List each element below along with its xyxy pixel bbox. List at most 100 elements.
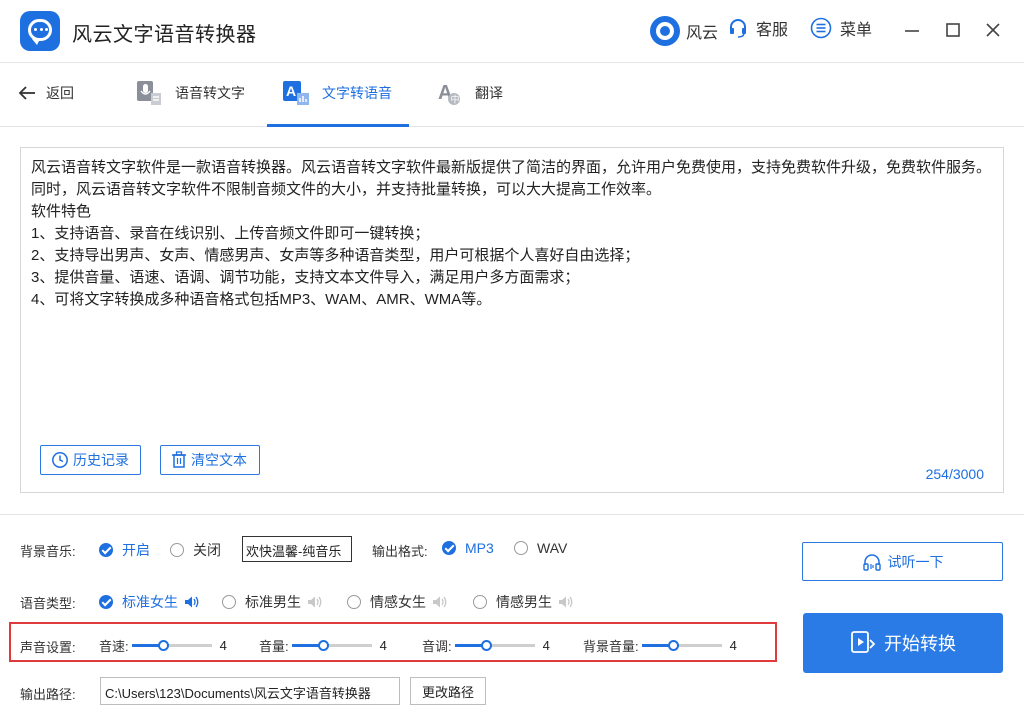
editor-line: 1、支持语音、录音在线识别、上传音频文件即可一键转换；: [31, 225, 430, 242]
clear-text-button[interactable]: 清空文本: [160, 445, 260, 475]
fengyun-label: 风云: [686, 25, 719, 42]
headset-icon: [728, 18, 748, 38]
tab-translate-label: 翻译: [475, 85, 503, 101]
history-button[interactable]: 历史记录: [40, 445, 141, 475]
clock-icon: [52, 452, 68, 468]
headphones-icon: [862, 553, 881, 571]
output-path-label: 输出路径:: [20, 687, 76, 702]
clear-label: 清空文本: [191, 452, 247, 468]
history-label: 历史记录: [73, 452, 129, 468]
voice-type-label: 语音类型:: [20, 596, 76, 611]
editor-content[interactable]: 风云语音转文字软件是一款语音转换器。风云语音转文字软件最新版提供了简洁的界面，允…: [31, 157, 995, 311]
bg-volume-slider[interactable]: [641, 640, 722, 651]
editor-line: 软件特色: [31, 203, 92, 220]
tab-translate[interactable]: A中 翻译: [437, 78, 503, 108]
speech-to-text-icon: [135, 79, 163, 107]
voice-standard-female-label: 标准女生: [122, 594, 178, 610]
format-mp3-label: MP3: [465, 540, 494, 556]
pitch-slider[interactable]: [454, 640, 535, 651]
preview-button[interactable]: 试听一下: [802, 542, 1003, 581]
bg-music-off-radio[interactable]: 关闭: [170, 540, 221, 560]
format-mp3-radio[interactable]: MP3: [442, 540, 494, 556]
pitch-label: 音调:: [422, 639, 452, 654]
title-bar: 风云文字语音转换器 风云 客服 菜单: [0, 0, 1024, 62]
service-label: 客服: [756, 22, 789, 39]
bg-music-select[interactable]: 欢快温馨-纯音乐: [242, 536, 352, 562]
nav-bar: 返回 语音转文字 A 文字转语音 A中 翻译: [0, 63, 1024, 127]
slider-knob[interactable]: [480, 640, 492, 651]
slider-knob[interactable]: [667, 640, 679, 651]
tab-text-to-speech-label: 文字转语音: [322, 85, 392, 101]
trash-icon: [172, 451, 186, 468]
fengyun-account-button[interactable]: 风云: [650, 16, 718, 46]
editor-line: 3、提供音量、语速、语调、调节功能，支持文本文件导入，满足用户多方面需求；: [31, 269, 580, 286]
start-convert-button[interactable]: 开始转换: [803, 613, 1003, 673]
customer-service-button[interactable]: 客服: [728, 16, 788, 40]
settings-divider: [0, 514, 1024, 515]
editor-line: 4、可将文字转换成多种语音格式包括MP3、WAM、AMR、WMA等。: [31, 291, 492, 308]
pitch-value: 4: [542, 638, 550, 653]
char-counter: 254/3000: [925, 466, 984, 482]
format-wav-label: WAV: [537, 540, 568, 556]
tab-speech-to-text[interactable]: 语音转文字: [135, 78, 245, 108]
app-title: 风云文字语音转换器: [72, 24, 257, 46]
pitch-slider-group: 音调: 4: [422, 636, 550, 655]
close-icon[interactable]: [985, 20, 1001, 40]
active-tab-indicator: [267, 124, 409, 127]
text-to-speech-icon: A: [282, 79, 310, 107]
bg-volume-slider-group: 背景音量: 4: [583, 636, 737, 655]
preview-label: 试听一下: [887, 553, 944, 570]
maximize-icon[interactable]: [945, 20, 961, 40]
volume-slider-group: 音量: 4: [259, 636, 387, 655]
speaker-icon[interactable]: [432, 595, 448, 609]
speed-value: 4: [219, 638, 227, 653]
fengyun-logo-icon: [650, 16, 680, 46]
voice-emotional-male-radio[interactable]: 情感男生: [473, 592, 574, 612]
volume-label: 音量:: [259, 639, 289, 654]
translate-icon: A中: [437, 79, 463, 107]
menu-label: 菜单: [840, 22, 873, 39]
speed-slider[interactable]: [131, 640, 212, 651]
volume-value: 4: [379, 638, 387, 653]
speaker-icon[interactable]: [307, 595, 323, 609]
back-button[interactable]: 返回: [18, 83, 74, 103]
slider-knob[interactable]: [317, 640, 329, 651]
change-path-button[interactable]: 更改路径: [410, 677, 486, 705]
convert-icon: [851, 631, 876, 653]
start-convert-label: 开始转换: [884, 634, 956, 654]
voice-standard-female-radio[interactable]: 标准女生: [99, 592, 200, 612]
tab-text-to-speech[interactable]: A 文字转语音: [282, 78, 392, 108]
speaker-icon[interactable]: [558, 595, 574, 609]
svg-text:中: 中: [451, 94, 460, 105]
bg-volume-value: 4: [729, 638, 737, 653]
speed-slider-group: 音速: 4: [99, 636, 227, 655]
bg-volume-label: 背景音量:: [583, 639, 639, 654]
arrow-left-icon: [18, 86, 35, 100]
menu-icon: [810, 17, 832, 39]
volume-slider[interactable]: [291, 640, 372, 651]
svg-text:A: A: [286, 83, 296, 99]
output-path-field[interactable]: C:\Users\123\Documents\风云文字语音转换器: [100, 677, 400, 705]
bg-music-off-label: 关闭: [193, 542, 221, 558]
tab-speech-to-text-label: 语音转文字: [175, 85, 245, 101]
speed-label: 音速:: [99, 639, 129, 654]
voice-emotional-male-label: 情感男生: [496, 594, 552, 610]
bg-music-label: 背景音乐:: [20, 544, 76, 559]
voice-standard-male-label: 标准男生: [245, 594, 301, 610]
editor-line: 2、支持导出男声、女声、情感男声、女声等多种语音类型，用户可根据个人喜好自由选择…: [31, 247, 640, 264]
minimize-icon[interactable]: [904, 20, 920, 40]
back-label: 返回: [46, 85, 74, 101]
app-logo-icon: [20, 11, 60, 51]
voice-standard-male-radio[interactable]: 标准男生: [222, 592, 323, 612]
format-wav-radio[interactable]: WAV: [514, 540, 567, 556]
slider-knob[interactable]: [157, 640, 169, 651]
output-format-label: 输出格式:: [372, 544, 428, 559]
sound-settings-label: 声音设置:: [20, 640, 76, 655]
text-editor[interactable]: 风云语音转文字软件是一款语音转换器。风云语音转文字软件最新版提供了简洁的界面，允…: [20, 147, 1004, 493]
bg-music-on-radio[interactable]: 开启: [99, 540, 150, 560]
voice-emotional-female-label: 情感女生: [370, 594, 426, 610]
voice-emotional-female-radio[interactable]: 情感女生: [347, 592, 448, 612]
bg-music-on-label: 开启: [122, 542, 150, 558]
menu-button[interactable]: 菜单: [810, 16, 872, 40]
speaker-icon[interactable]: [184, 595, 200, 609]
